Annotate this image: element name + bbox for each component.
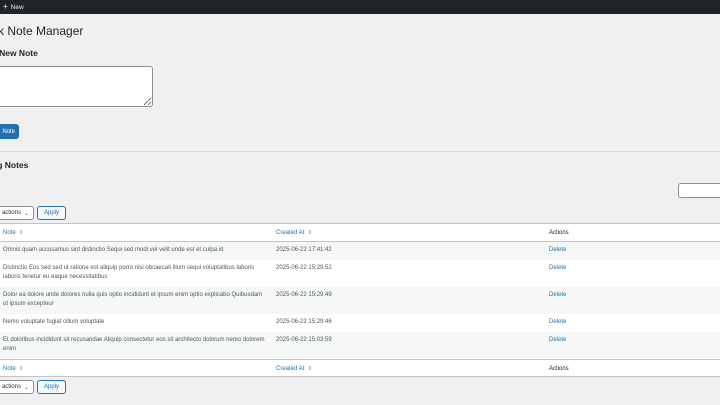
created-at-cell: 2025-06-22 17:41:42: [276, 247, 332, 253]
table-row: Distinctio Eos sed sed ut ratione est al…: [0, 260, 720, 287]
note-textarea[interactable]: [0, 66, 153, 107]
note-cell: Et doloribus incididunt sit recusandae A…: [3, 337, 265, 352]
table-row: Dolor ea dolore unde dolores nulla quis …: [0, 287, 720, 314]
column-footer-actions: Actions: [549, 366, 569, 372]
sort-arrows-icon: ⇕: [18, 230, 24, 236]
note-cell: Dolor ea dolore unde dolores nulla quis …: [3, 292, 263, 307]
table-row: Et doloribus incididunt sit recusandae A…: [0, 332, 720, 359]
bulk-actions-top: actions ⌄ Apply: [0, 206, 67, 220]
sort-arrows-icon: ⇕: [307, 230, 312, 236]
add-note-heading: a New Note: [0, 48, 38, 58]
sort-arrows-icon: ⇕: [307, 366, 312, 372]
created-at-cell: 2025-06-22 15:29:46: [276, 319, 332, 325]
plus-icon: +: [3, 2, 8, 11]
section-divider: [0, 151, 720, 152]
apply-button[interactable]: Apply: [37, 380, 67, 394]
bulk-actions-select[interactable]: actions ⌄: [0, 380, 34, 394]
chevron-down-icon: ⌄: [23, 384, 29, 391]
table-row: Omnis quam accusamus sint distinctio Seq…: [0, 242, 720, 260]
note-cell: Distinctio Eos sed sed ut ratione est al…: [3, 265, 255, 280]
table-row: Nemo voluptate fugiat cillum voluptate 2…: [0, 314, 720, 332]
add-note-button-label: Note: [2, 128, 15, 135]
table-header: Note ⇕ Created At ⇕ Actions: [0, 224, 720, 242]
bulk-actions-bottom: actions ⌄ Apply: [0, 380, 67, 394]
search-input[interactable]: [678, 183, 720, 198]
new-label: New: [10, 3, 24, 11]
delete-link[interactable]: Delete: [549, 318, 669, 327]
bulk-actions-select[interactable]: actions ⌄: [0, 206, 34, 220]
apply-label: Apply: [44, 210, 60, 216]
column-header-created-at[interactable]: Created At ⇕: [276, 229, 476, 238]
notes-table: Note ⇕ Created At ⇕ Actions Omnis quam a…: [0, 223, 720, 377]
column-footer-created-at-label: Created At: [276, 366, 305, 372]
chevron-down-icon: ⌄: [23, 210, 29, 217]
delete-link[interactable]: Delete: [549, 336, 669, 345]
page-title: ck Note Manager: [0, 24, 84, 38]
column-header-actions: Actions: [549, 230, 569, 236]
table-footer: Note ⇕ Created At ⇕ Actions: [0, 359, 720, 376]
created-at-cell: 2025-06-22 15:29:49: [276, 292, 332, 298]
note-cell: Omnis quam accusamus sint distinctio Seq…: [3, 247, 224, 253]
sort-arrows-icon: ⇕: [18, 366, 24, 372]
created-at-cell: 2025-06-22 15:29:52: [276, 265, 332, 271]
admin-bar: + New: [0, 0, 720, 14]
delete-link[interactable]: Delete: [549, 264, 669, 273]
delete-link[interactable]: Delete: [549, 291, 669, 300]
apply-label: Apply: [44, 384, 60, 390]
bulk-actions-label: actions: [1, 210, 21, 216]
add-note-button[interactable]: Note: [0, 124, 19, 139]
note-cell: Nemo voluptate fugiat cillum voluptate: [3, 319, 105, 325]
new-menu[interactable]: + New: [0, 3, 24, 11]
column-header-note[interactable]: Note ⇕: [3, 229, 265, 238]
column-footer-note[interactable]: Note ⇕: [3, 365, 265, 374]
column-header-note-label: Note: [3, 230, 16, 236]
column-footer-note-label: Note: [3, 366, 16, 372]
created-at-cell: 2025-06-22 15:03:59: [276, 337, 332, 343]
column-header-created-at-label: Created At: [276, 230, 305, 236]
apply-button[interactable]: Apply: [37, 206, 67, 220]
delete-link[interactable]: Delete: [549, 246, 669, 255]
existing-notes-heading: ng Notes: [0, 160, 29, 170]
column-footer-created-at[interactable]: Created At ⇕: [276, 365, 476, 374]
bulk-actions-label: actions: [1, 384, 21, 390]
